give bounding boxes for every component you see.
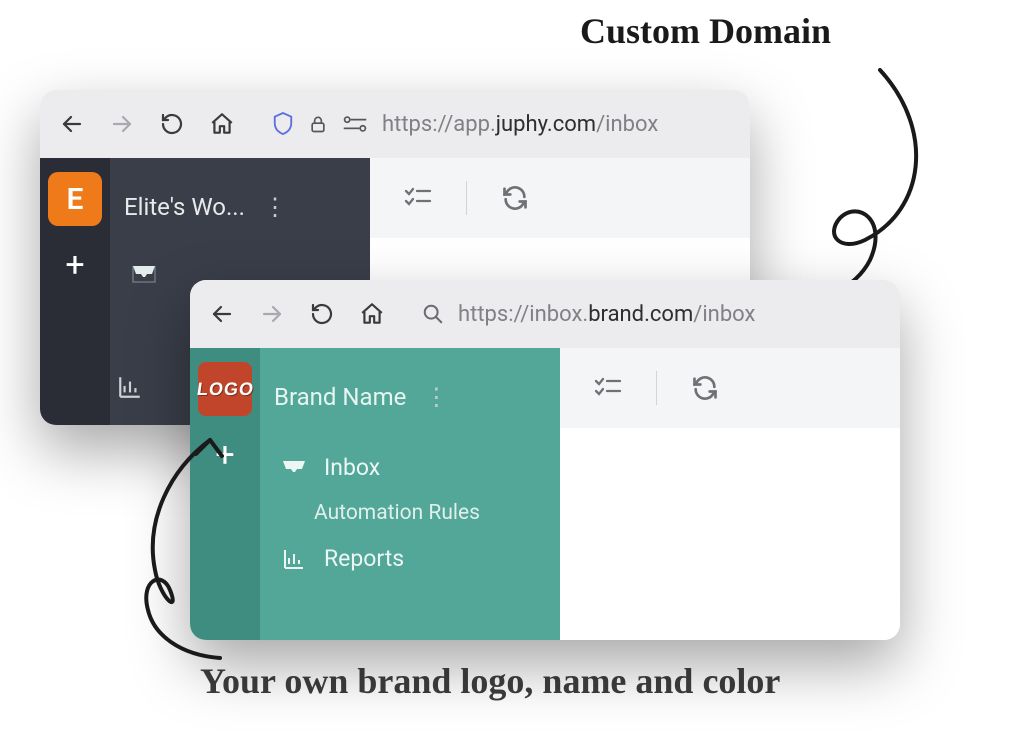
lock-icon: [308, 112, 328, 136]
home-icon[interactable]: [358, 300, 386, 328]
forward-icon[interactable]: [258, 300, 286, 328]
workspace-name: Brand Name: [274, 383, 406, 411]
kebab-icon[interactable]: ⋮: [263, 193, 287, 221]
back-icon[interactable]: [208, 300, 236, 328]
reload-icon[interactable]: [308, 300, 336, 328]
refresh-icon[interactable]: [691, 374, 719, 402]
browser-toolbar: https://app.juphy.com/inbox: [40, 90, 750, 158]
address-bar[interactable]: https://inbox.brand.com/inbox: [408, 292, 882, 336]
sidebar-item-label: Inbox: [324, 454, 380, 481]
workspace-rail: LOGO +: [190, 348, 260, 640]
reports-icon: [110, 367, 150, 407]
address-bar[interactable]: https://app.juphy.com/inbox: [258, 102, 732, 146]
window-branded: https://inbox.brand.com/inbox LOGO + Bra…: [190, 280, 900, 640]
sidebar-item-automation[interactable]: Automation Rules: [274, 491, 542, 535]
reports-icon: [280, 547, 308, 571]
workspace-name: Elite's Wo...: [124, 193, 245, 221]
checklist-icon[interactable]: [404, 186, 432, 210]
add-workspace-button[interactable]: +: [60, 250, 90, 280]
shield-icon: [272, 111, 294, 137]
url-text: https://app.juphy.com/inbox: [382, 112, 658, 137]
search-icon: [422, 303, 444, 325]
workspace-rail: E +: [40, 158, 110, 425]
browser-toolbar: https://inbox.brand.com/inbox: [190, 280, 900, 348]
toolbar-divider: [466, 181, 467, 215]
sidebar-item-reports[interactable]: Reports: [274, 535, 542, 582]
sidebar: Brand Name ⋮ Inbox Automation Rules Repo…: [260, 348, 560, 640]
reload-icon[interactable]: [158, 110, 186, 138]
sidebar-item-label: Reports: [324, 545, 404, 572]
toolbar-divider: [656, 371, 657, 405]
add-workspace-button[interactable]: +: [210, 440, 240, 470]
annotation-brand: Your own brand logo, name and color: [200, 660, 780, 702]
sidebar-item-inbox[interactable]: Inbox: [274, 444, 542, 491]
toggles-icon: [342, 114, 368, 134]
content-area: [560, 348, 900, 640]
inbox-icon: [130, 264, 158, 284]
checklist-icon[interactable]: [594, 376, 622, 400]
inbox-icon: [280, 458, 308, 478]
forward-icon[interactable]: [108, 110, 136, 138]
annotation-custom-domain: Custom Domain: [580, 10, 831, 52]
brand-logo-text: LOGO: [195, 379, 255, 400]
sidebar-item-label: Automation Rules: [314, 501, 480, 525]
kebab-icon[interactable]: ⋮: [424, 383, 448, 411]
url-text: https://inbox.brand.com/inbox: [458, 302, 755, 327]
brand-logo[interactable]: LOGO: [198, 362, 252, 416]
refresh-icon[interactable]: [501, 184, 529, 212]
home-icon[interactable]: [208, 110, 236, 138]
workspace-avatar[interactable]: E: [48, 172, 102, 226]
back-icon[interactable]: [58, 110, 86, 138]
